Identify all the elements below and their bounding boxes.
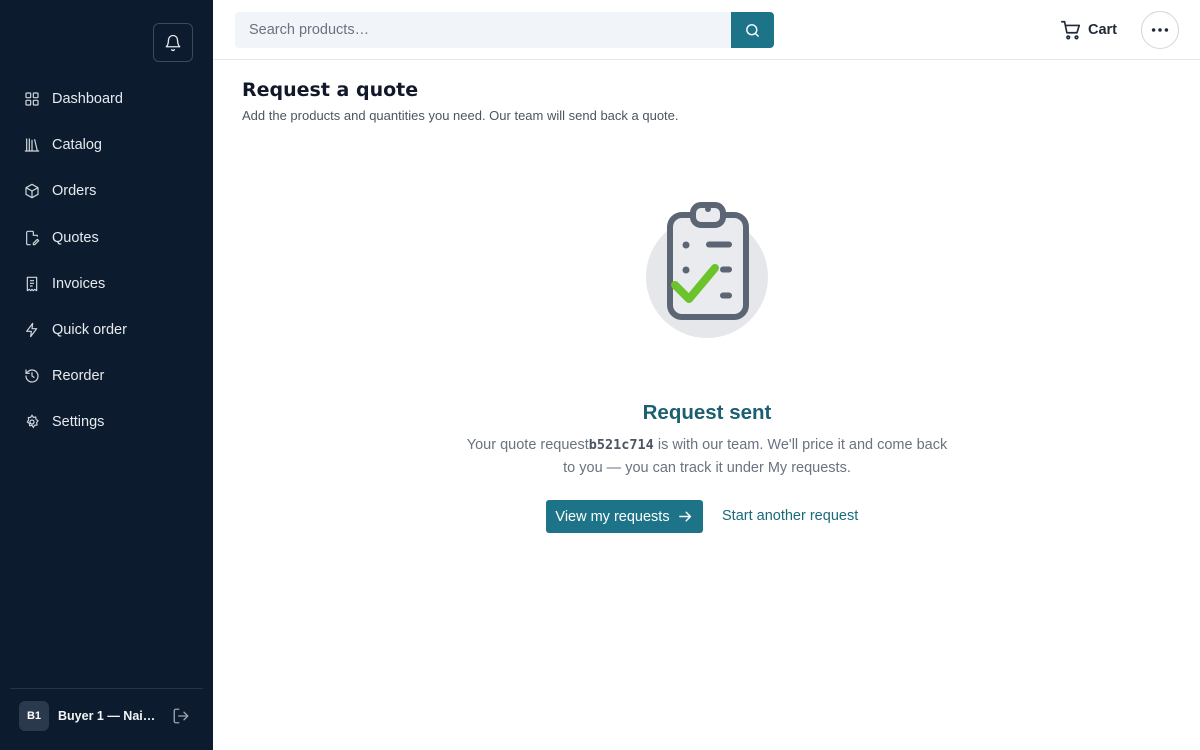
sidebar-item-label: Catalog <box>52 137 102 154</box>
logout-icon[interactable] <box>172 707 190 725</box>
box-icon <box>24 183 40 199</box>
cart-button[interactable]: Cart <box>1060 19 1117 41</box>
sidebar-item-quotes[interactable]: Quotes <box>0 215 213 261</box>
start-another-request-link[interactable]: Start another request <box>722 508 858 524</box>
quote-doc-icon <box>24 230 40 246</box>
bolt-icon <box>24 322 40 338</box>
sidebar-item-invoices[interactable]: Invoices <box>0 261 213 307</box>
sidebar-item-label: Reorder <box>52 368 105 385</box>
page-subtitle: Add the products and quantities you need… <box>242 108 679 123</box>
user-name: Buyer 1 — Nairobi <box>58 709 158 723</box>
sidebar-item-dashboard[interactable]: Dashboard <box>0 76 213 122</box>
notifications-button[interactable] <box>153 23 193 62</box>
history-icon <box>24 368 40 384</box>
sidebar-item-label: Dashboard <box>52 91 123 108</box>
sidebar-item-label: Quotes <box>52 229 99 246</box>
cart-icon <box>1061 20 1081 40</box>
arrow-right-icon <box>678 511 691 522</box>
sidebar-nav: Dashboard Catalog Orders Quotes Invoices… <box>0 76 213 446</box>
sidebar-item-label: Orders <box>52 183 97 200</box>
request-id: b521c714 <box>588 437 654 453</box>
view-requests-button[interactable]: View my requests <box>546 500 703 533</box>
more-dots-icon <box>1151 28 1169 32</box>
sidebar-divider <box>10 688 203 689</box>
avatar: B1 <box>19 701 49 731</box>
cart-label: Cart <box>1088 22 1118 38</box>
sidebar-item-orders[interactable]: Orders <box>0 168 213 214</box>
sidebar-item-catalog[interactable]: Catalog <box>0 122 213 168</box>
user-profile[interactable]: B1 Buyer 1 — Nairobi <box>19 701 158 731</box>
sidebar-item-label: Invoices <box>52 275 106 292</box>
search-icon <box>746 23 759 37</box>
search-button[interactable] <box>731 12 774 48</box>
sidebar-item-quick-order[interactable]: Quick order <box>0 307 213 353</box>
search-input[interactable] <box>235 12 731 48</box>
confirmation-message: Your quote requestb521c714 is with our t… <box>462 434 952 480</box>
page-title: Request a quote <box>242 79 419 101</box>
receipt-icon <box>24 276 40 292</box>
confirmation-text-start: Your quote request <box>466 437 589 453</box>
grid-icon <box>24 91 40 107</box>
view-requests-label: View my requests <box>555 508 670 525</box>
books-icon <box>24 137 40 153</box>
confirmation-title: Request sent <box>642 401 772 424</box>
top-bar: Cart <box>213 0 1200 60</box>
bell-icon <box>165 34 181 51</box>
sidebar-item-label: Quick order <box>52 322 127 339</box>
more-options-button[interactable] <box>1141 11 1179 49</box>
sidebar: Dashboard Catalog Orders Quotes Invoices… <box>0 0 213 750</box>
clipboard-check-icon <box>646 202 768 338</box>
sidebar-item-reorder[interactable]: Reorder <box>0 353 213 399</box>
